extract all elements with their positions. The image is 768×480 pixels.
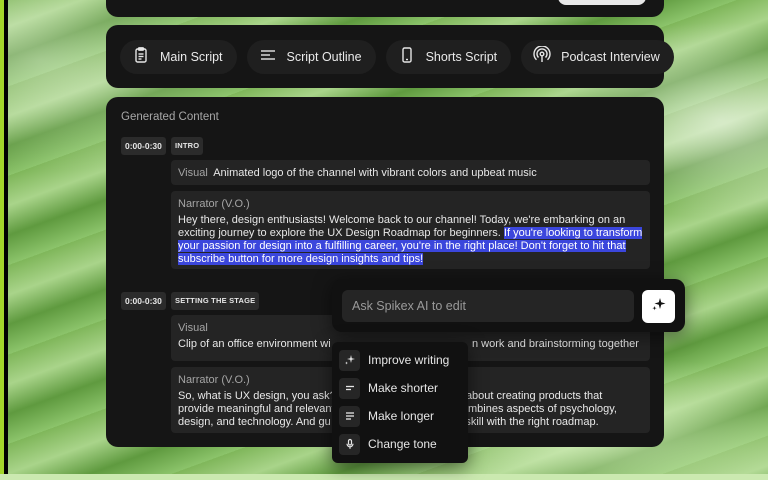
visual-text: Animated logo of the channel with vibran… [213,167,537,179]
tab-script-outline[interactable]: Script Outline [246,39,376,74]
menu-item-label: Make shorter [368,381,439,395]
top-panel [106,0,664,17]
menu-item-make-longer[interactable]: Make longer [336,402,464,430]
tab-label: Shorts Script [425,49,498,64]
tab-main-script[interactable]: Main Script [120,39,237,74]
timestamp-badge: 0:00-0:30 [121,292,166,310]
tab-label: Main Script [160,49,223,64]
visual-block[interactable]: Visual Animated logo of the channel with… [171,160,650,185]
section-tag: INTRO [171,137,204,155]
visual-text-head: Clip of an office environment wi [178,338,331,350]
ai-submit-button[interactable] [642,290,675,323]
narrator-text: mbines aspects of psychology, [468,403,617,415]
outline-icon [259,46,277,67]
menu-item-label: Change tone [368,437,437,451]
menu-item-label: Improve writing [368,353,450,367]
visual-text-tail: n work and brainstorming together [472,338,639,350]
ai-edit-bar: Ask Spikex AI to edit [332,279,685,332]
visual-label: Visual [178,167,208,179]
timestamp-badge: 0:00-0:30 [121,137,166,155]
tab-podcast-interview[interactable]: Podcast Interview [521,39,674,74]
ai-edit-input[interactable]: Ask Spikex AI to edit [342,290,634,322]
long-lines-icon [339,405,360,427]
panel-title: Generated Content [121,111,219,123]
menu-item-label: Make longer [368,409,435,423]
bottom-edge-decoration [0,474,768,480]
tab-label: Script Outline [286,49,362,64]
script-type-tabs: Main Script Script Outline Shorts Script… [106,25,674,88]
narrator-text: design, and technology. And gu [178,416,331,428]
microphone-icon [339,433,360,455]
narrator-text: Hey there, design enthusiasts! Welcome b… [178,214,643,266]
narrator-label: Narrator (V.O.) [178,198,250,210]
left-edge-decoration [0,0,8,480]
clipboard-icon [132,46,150,67]
sparkle-icon [651,296,667,317]
menu-item-change-tone[interactable]: Change tone [336,430,464,458]
ai-edit-menu: Improve writing Make shorter Make longer… [332,342,468,463]
narrator-text: ll about creating products that [458,390,603,402]
sparkle-icon [339,349,360,371]
short-lines-icon [339,377,360,399]
section-tag: SETTING THE STAGE [171,292,260,310]
narrator-block[interactable]: Narrator (V.O.) Hey there, design enthus… [171,191,650,269]
phone-icon [398,46,416,67]
podcast-icon [533,45,551,67]
tab-shorts-script[interactable]: Shorts Script [385,39,512,74]
menu-item-improve-writing[interactable]: Improve writing [336,346,464,374]
narrator-text: So, what is UX design, you ask? [178,390,336,402]
top-panel-button[interactable] [558,0,646,5]
menu-item-make-shorter[interactable]: Make shorter [336,374,464,402]
tab-label: Podcast Interview [561,49,660,64]
narrator-text: provide meaningful and relevant [178,403,335,415]
